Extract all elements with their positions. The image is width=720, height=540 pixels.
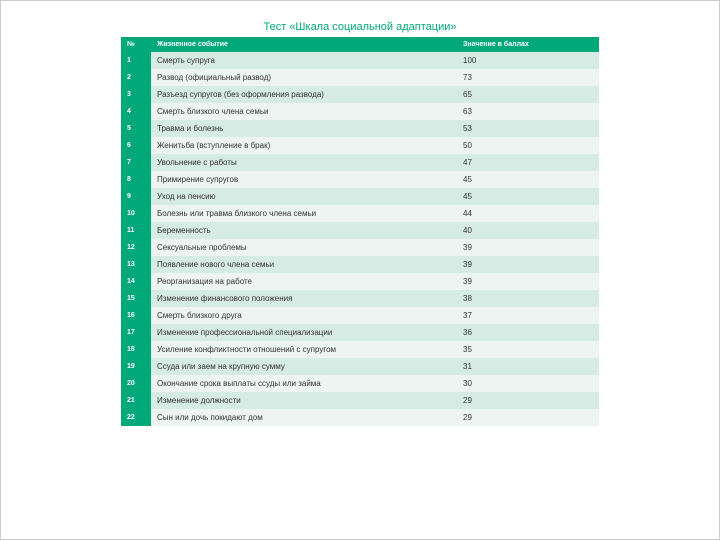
cell-score: 65 [457, 86, 599, 103]
table-body: 1Смерть супруга1002Развод (официальный р… [121, 52, 599, 426]
table-row: 15Изменение финансового положения38 [121, 290, 599, 307]
cell-num: 21 [121, 392, 151, 409]
table-row: 8Примирение супругов45 [121, 171, 599, 188]
cell-score: 40 [457, 222, 599, 239]
cell-event: Увольнение с работы [151, 154, 457, 171]
cell-event: Примирение супругов [151, 171, 457, 188]
cell-score: 35 [457, 341, 599, 358]
cell-event: Ссуда или заем на крупную сумму [151, 358, 457, 375]
col-header-num: № [121, 37, 151, 52]
cell-num: 16 [121, 307, 151, 324]
cell-score: 30 [457, 375, 599, 392]
cell-score: 31 [457, 358, 599, 375]
cell-event: Беременность [151, 222, 457, 239]
table-row: 11Беременность40 [121, 222, 599, 239]
cell-score: 63 [457, 103, 599, 120]
cell-event: Изменение профессиональной специализации [151, 324, 457, 341]
table-row: 10Болезнь или травма близкого члена семь… [121, 205, 599, 222]
table-row: 18Усиление конфликтности отношений с суп… [121, 341, 599, 358]
cell-event: Изменение финансового положения [151, 290, 457, 307]
cell-score: 39 [457, 273, 599, 290]
col-header-event: Жизненное событие [151, 37, 457, 52]
content-area: Тест «Шкала социальной адаптации» № Жизн… [1, 1, 719, 426]
table-row: 22Сын или дочь покидают дом29 [121, 409, 599, 426]
col-header-score: Значение в баллах [457, 37, 599, 52]
cell-score: 29 [457, 409, 599, 426]
cell-score: 39 [457, 239, 599, 256]
cell-score: 44 [457, 205, 599, 222]
cell-num: 14 [121, 273, 151, 290]
cell-event: Смерть близкого друга [151, 307, 457, 324]
table-row: 3Разъезд супругов (без оформления развод… [121, 86, 599, 103]
page-title: Тест «Шкала социальной адаптации» [121, 21, 599, 33]
table-row: 4Смерть близкого члена семьи63 [121, 103, 599, 120]
cell-event: Смерть супруга [151, 52, 457, 69]
cell-event: Реорганизация на работе [151, 273, 457, 290]
cell-num: 15 [121, 290, 151, 307]
cell-num: 3 [121, 86, 151, 103]
cell-event: Уход на пенсию [151, 188, 457, 205]
cell-score: 37 [457, 307, 599, 324]
table-row: 21Изменение должности29 [121, 392, 599, 409]
cell-num: 13 [121, 256, 151, 273]
cell-num: 8 [121, 171, 151, 188]
table-row: 1Смерть супруга100 [121, 52, 599, 69]
cell-event: Травма и болезнь [151, 120, 457, 137]
table-row: 16Смерть близкого друга37 [121, 307, 599, 324]
cell-event: Разъезд супругов (без оформления развода… [151, 86, 457, 103]
cell-event: Сын или дочь покидают дом [151, 409, 457, 426]
cell-num: 4 [121, 103, 151, 120]
table-row: 6Женитьба (вступление в брак)50 [121, 137, 599, 154]
cell-num: 22 [121, 409, 151, 426]
table-row: 20Окончание срока выплаты ссуды или займ… [121, 375, 599, 392]
cell-num: 12 [121, 239, 151, 256]
cell-score: 47 [457, 154, 599, 171]
cell-score: 38 [457, 290, 599, 307]
cell-num: 5 [121, 120, 151, 137]
cell-event: Изменение должности [151, 392, 457, 409]
cell-event: Женитьба (вступление в брак) [151, 137, 457, 154]
table-row: 2Развод (официальный развод)73 [121, 69, 599, 86]
cell-num: 9 [121, 188, 151, 205]
adaptation-scale-table: № Жизненное событие Значение в баллах 1С… [121, 37, 599, 426]
cell-score: 100 [457, 52, 599, 69]
table-row: 19Ссуда или заем на крупную сумму31 [121, 358, 599, 375]
cell-num: 19 [121, 358, 151, 375]
cell-num: 6 [121, 137, 151, 154]
cell-num: 7 [121, 154, 151, 171]
cell-num: 10 [121, 205, 151, 222]
cell-event: Болезнь или травма близкого члена семьи [151, 205, 457, 222]
table-row: 13Появление нового члена семьи39 [121, 256, 599, 273]
cell-score: 53 [457, 120, 599, 137]
table-row: 12Сексуальные проблемы39 [121, 239, 599, 256]
table-header-row: № Жизненное событие Значение в баллах [121, 37, 599, 52]
table-row: 7Увольнение с работы47 [121, 154, 599, 171]
cell-score: 45 [457, 171, 599, 188]
cell-num: 1 [121, 52, 151, 69]
cell-num: 18 [121, 341, 151, 358]
cell-event: Появление нового члена семьи [151, 256, 457, 273]
slide: Тест «Шкала социальной адаптации» № Жизн… [0, 0, 720, 540]
cell-num: 11 [121, 222, 151, 239]
cell-num: 17 [121, 324, 151, 341]
table-row: 14Реорганизация на работе39 [121, 273, 599, 290]
cell-event: Усиление конфликтности отношений с супру… [151, 341, 457, 358]
cell-score: 73 [457, 69, 599, 86]
table-row: 5Травма и болезнь53 [121, 120, 599, 137]
cell-num: 20 [121, 375, 151, 392]
table-row: 9Уход на пенсию45 [121, 188, 599, 205]
cell-score: 39 [457, 256, 599, 273]
cell-event: Сексуальные проблемы [151, 239, 457, 256]
cell-score: 36 [457, 324, 599, 341]
cell-score: 29 [457, 392, 599, 409]
cell-event: Окончание срока выплаты ссуды или займа [151, 375, 457, 392]
cell-score: 50 [457, 137, 599, 154]
cell-score: 45 [457, 188, 599, 205]
cell-event: Развод (официальный развод) [151, 69, 457, 86]
table-row: 17Изменение профессиональной специализац… [121, 324, 599, 341]
cell-num: 2 [121, 69, 151, 86]
cell-event: Смерть близкого члена семьи [151, 103, 457, 120]
